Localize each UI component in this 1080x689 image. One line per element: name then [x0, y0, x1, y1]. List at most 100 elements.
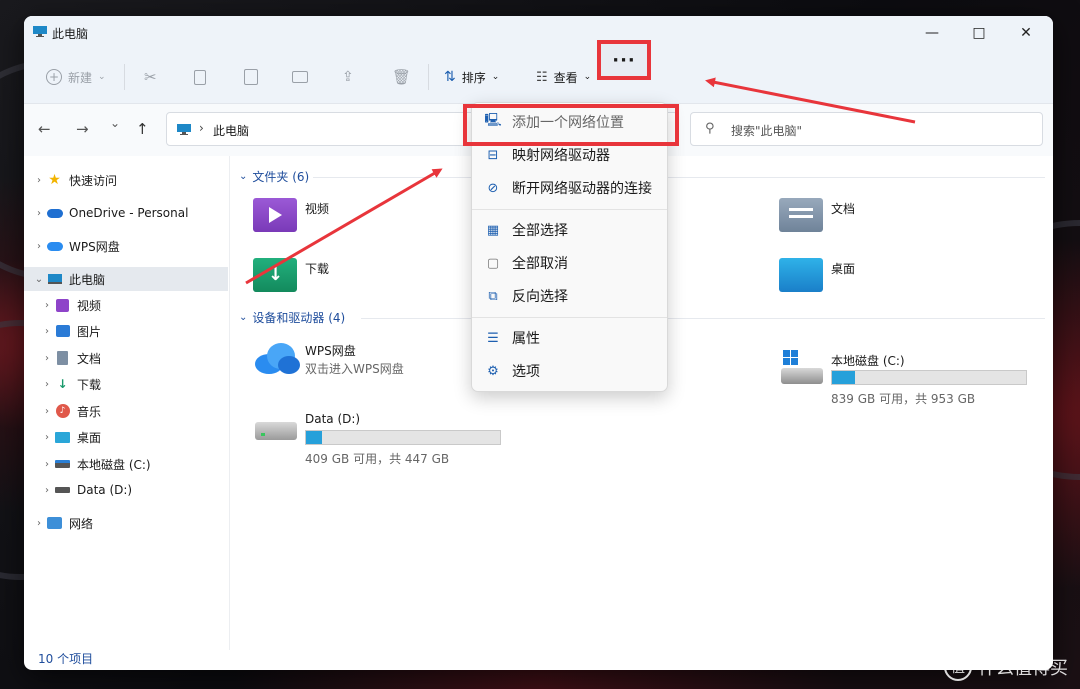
sidebar-item-videos[interactable]: › 视频 [24, 293, 228, 317]
folder-downloads[interactable]: ↓ 下载 [253, 258, 473, 298]
menu-separator [472, 317, 667, 318]
invert-selection-icon: ⧉ [484, 287, 502, 305]
properties-icon: ☰ [484, 329, 502, 347]
drive-local-c[interactable]: 本地磁盘 (C:) 839 GB 可用，共 953 GB [779, 350, 1039, 400]
system-drive-icon [54, 457, 71, 472]
folder-name: 视频 [305, 200, 329, 217]
view-button[interactable]: ☷ 查看 ⌄ [536, 62, 591, 92]
drive-name: WPS网盘 [305, 342, 356, 359]
hard-drive-icon [54, 483, 71, 498]
menu-item-label: 选项 [512, 361, 540, 381]
sidebar-item-documents[interactable]: › 文档 [24, 346, 228, 370]
drive-usage-bar [305, 430, 501, 445]
chevron-down-icon: ⌄ [239, 171, 247, 182]
breadcrumb-separator: › [199, 121, 204, 135]
paste-button[interactable] [244, 62, 258, 92]
drive-name: 本地磁盘 (C:) [831, 352, 905, 369]
drives-group-header[interactable]: ⌄ 设备和驱动器 (4) [239, 309, 345, 326]
up-button[interactable]: ↑ [136, 120, 149, 138]
share-button[interactable]: ⇪ [342, 62, 354, 92]
watermark-logo: 值 [944, 653, 972, 681]
sidebar-item-pictures[interactable]: › 图片 [24, 319, 228, 343]
search-box[interactable]: ⚲ 搜索"此电脑" [690, 112, 1043, 146]
menu-item-label: 全部取消 [512, 253, 568, 273]
hard-drive-icon [255, 422, 297, 440]
disconnect-drive-icon: ⊘ [484, 179, 502, 197]
menu-item-invert-selection[interactable]: ⧉ 反向选择 [478, 281, 663, 311]
sidebar-item-data-d[interactable]: › Data (D:) [24, 478, 228, 502]
sidebar-item-network[interactable]: › 网络 [24, 511, 228, 535]
menu-item-properties[interactable]: ☰ 属性 [478, 323, 663, 353]
sort-button[interactable]: ⇅ 排序 ⌄ [444, 62, 499, 92]
downloads-folder-icon: ↓ [253, 258, 297, 292]
videos-folder-icon [253, 198, 297, 232]
sidebar-item-label: 文档 [77, 350, 101, 367]
menu-item-label: 属性 [512, 328, 540, 348]
folder-options-icon: ⚙ [484, 362, 502, 380]
rename-button[interactable] [292, 62, 308, 92]
menu-item-select-all[interactable]: ▦ 全部选择 [478, 215, 663, 245]
maximize-button[interactable]: □ [956, 16, 1002, 50]
folder-videos[interactable]: 视频 [253, 198, 473, 238]
wps-cloud-icon [253, 340, 301, 376]
highlight-box [463, 104, 679, 146]
group-divider [313, 177, 1045, 178]
desktop-icon [54, 430, 71, 445]
folders-group-header[interactable]: ⌄ 文件夹 (6) [239, 168, 309, 185]
rename-icon [292, 71, 308, 83]
this-pc-icon [177, 124, 191, 135]
sidebar-item-label: 本地磁盘 (C:) [77, 456, 151, 473]
videos-icon [54, 298, 71, 313]
copy-button[interactable] [194, 62, 206, 92]
folder-desktop[interactable]: 桌面 [779, 258, 999, 298]
download-arrow-icon: ↓ [54, 377, 71, 392]
network-icon [46, 516, 63, 531]
sidebar-item-onedrive[interactable]: › OneDrive - Personal [24, 201, 228, 225]
menu-separator [472, 209, 667, 210]
folder-documents[interactable]: 文档 [779, 198, 999, 238]
sidebar-item-music[interactable]: › ♪ 音乐 [24, 399, 228, 423]
delete-button[interactable]: 🗑 [392, 62, 411, 92]
drive-free-space: 839 GB 可用，共 953 GB [831, 390, 975, 407]
sidebar-item-this-pc[interactable]: ⌄ 此电脑 [24, 267, 228, 291]
folders-group-title: 文件夹 (6) [252, 168, 309, 185]
folder-name: 桌面 [831, 260, 855, 277]
new-button[interactable]: + 新建 ⌄ [46, 62, 106, 92]
plus-circle-icon: + [46, 69, 62, 85]
menu-item-select-none[interactable]: ▢ 全部取消 [478, 248, 663, 278]
menu-item-label: 全部选择 [512, 220, 568, 240]
see-more-button[interactable]: ··· [597, 40, 651, 80]
clipboard-icon [244, 69, 258, 85]
menu-item-label: 映射网络驱动器 [512, 145, 610, 165]
documents-folder-icon [779, 198, 823, 232]
chevron-right-icon: › [40, 379, 54, 390]
forward-button[interactable]: → [76, 120, 89, 138]
recent-locations-button[interactable]: ⌄ [110, 116, 120, 130]
breadcrumb-this-pc[interactable]: 此电脑 [213, 122, 249, 139]
sidebar-item-desktop[interactable]: › 桌面 [24, 425, 228, 449]
chevron-right-icon: › [32, 175, 46, 186]
sidebar-item-wps-drive[interactable]: › WPS网盘 [24, 234, 228, 258]
folder-name: 文档 [831, 200, 855, 217]
menu-item-disconnect-network-drive[interactable]: ⊘ 断开网络驱动器的连接 [478, 173, 663, 203]
sidebar-item-label: 图片 [77, 323, 101, 340]
chevron-down-icon: ⌄ [584, 72, 592, 82]
back-button[interactable]: ← [38, 120, 51, 138]
sidebar-item-local-disk-c[interactable]: › 本地磁盘 (C:) [24, 452, 228, 476]
folder-name: 下载 [305, 260, 329, 277]
drive-subtitle: 双击进入WPS网盘 [305, 360, 404, 377]
site-watermark: 值 什么值得买 [944, 653, 1068, 681]
menu-item-options[interactable]: ⚙ 选项 [478, 356, 663, 386]
select-none-icon: ▢ [484, 254, 502, 272]
music-icon: ♪ [54, 404, 71, 419]
sidebar-item-quick-access[interactable]: › ★ 快速访问 [24, 168, 228, 192]
cut-button[interactable]: ✂ [144, 62, 157, 92]
close-button[interactable]: ✕ [1003, 16, 1049, 50]
minimize-button[interactable]: — [909, 16, 955, 50]
sidebar-item-downloads[interactable]: › ↓ 下载 [24, 372, 228, 396]
item-count: 10 个项目 [38, 652, 93, 666]
chevron-right-icon: › [32, 241, 46, 252]
sidebar-item-label: Data (D:) [77, 483, 132, 497]
drive-data-d[interactable]: Data (D:) 409 GB 可用，共 447 GB [253, 410, 513, 460]
chevron-down-icon: ⌄ [32, 274, 46, 285]
